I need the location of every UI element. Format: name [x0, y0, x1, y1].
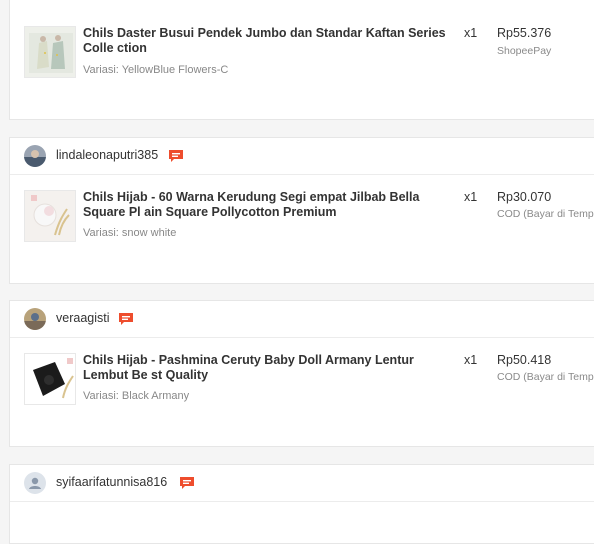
- order-card: Chils Daster Busui Pendek Jumbo dan Stan…: [9, 0, 594, 120]
- product-thumbnail[interactable]: [24, 353, 76, 405]
- product-variant: Variasi: Black Armany: [83, 390, 190, 402]
- order-card: lindaleonaputri385 Chils Hijab - 60 Warn…: [9, 137, 594, 284]
- product-name[interactable]: Chils Hijab - Pashmina Ceruty Baby Doll …: [83, 353, 459, 383]
- product-name[interactable]: Chils Daster Busui Pendek Jumbo dan Stan…: [83, 26, 459, 56]
- product-variant: Variasi: snow white: [83, 227, 177, 239]
- payment-method: COD (Bayar di Tempat): [497, 208, 594, 220]
- user-photo-icon: [24, 145, 46, 167]
- product-price: Rp50.418: [497, 353, 552, 367]
- order-card: syifaarifatunnisa816: [9, 464, 594, 544]
- avatar[interactable]: [24, 472, 46, 494]
- product-thumbnail[interactable]: [24, 26, 76, 78]
- product-thumbnail[interactable]: [24, 190, 76, 242]
- buyer-username[interactable]: lindaleonaputri385: [56, 148, 158, 162]
- order-card: veraagisti Chils Hijab - Pashmina Ceruty…: [9, 300, 594, 447]
- avatar[interactable]: [24, 308, 46, 330]
- order-card-header: syifaarifatunnisa816: [10, 465, 594, 502]
- payment-method: COD (Bayar di Tempat): [497, 371, 594, 383]
- chat-icon[interactable]: [118, 311, 134, 327]
- product-name[interactable]: Chils Hijab - 60 Warna Kerudung Segi emp…: [83, 190, 459, 220]
- product-quantity: x1: [464, 190, 478, 204]
- user-photo-icon: [24, 308, 46, 330]
- order-card-header: lindaleonaputri385: [10, 138, 594, 175]
- avatar[interactable]: [24, 145, 46, 167]
- user-silhouette-icon: [29, 477, 41, 489]
- product-variant: Variasi: YellowBlue Flowers-C: [83, 64, 229, 76]
- order-card-header: veraagisti: [10, 301, 594, 338]
- product-quantity: x1: [464, 26, 478, 40]
- product-quantity: x1: [464, 353, 478, 367]
- pashmina-product-image: [25, 354, 75, 404]
- product-price: Rp55.376: [497, 26, 552, 40]
- product-price: Rp30.070: [497, 190, 552, 204]
- buyer-username[interactable]: syifaarifatunnisa816: [56, 475, 167, 489]
- hijab-product-image: [25, 191, 75, 241]
- chat-icon[interactable]: [179, 475, 195, 491]
- chat-icon[interactable]: [168, 148, 184, 164]
- buyer-username[interactable]: veraagisti: [56, 311, 110, 325]
- dress-product-image: [25, 27, 75, 77]
- payment-method: ShopeePay: [497, 45, 552, 57]
